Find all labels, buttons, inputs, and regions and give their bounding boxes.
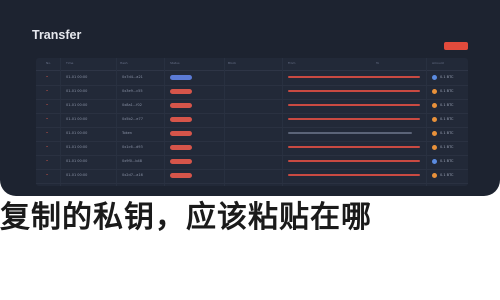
pagination [36,186,468,192]
action-button[interactable] [444,42,468,50]
address-bar [288,174,420,176]
address-bar [288,90,420,92]
row-hash[interactable]: 0x1c6...d93 [122,145,143,149]
table-row[interactable]: • 01-01 00:00 0x2d7...a16 0.1 BTC [36,169,468,184]
header-block: Block [228,61,237,65]
row-time: 01-01 00:00 [66,145,88,149]
row-indicator: • [46,75,49,79]
row-indicator: • [46,145,49,149]
table-row[interactable]: • 01-01 00:00 0x1c6...d93 0.1 BTC [36,141,468,156]
row-indicator: • [46,131,49,135]
table-row[interactable]: • 01-01 00:00 0x5b2...e77 0.1 BTC [36,113,468,128]
coin-icon [432,103,437,108]
coin-icon [432,159,437,164]
status-badge [170,145,192,150]
coin-icon [432,117,437,122]
row-time: 01-01 00:00 [66,103,88,107]
row-hash[interactable]: 0x8a1...f02 [122,103,142,107]
status-badge [170,117,192,122]
caption-banner: 复制的私钥，应该粘贴在哪 [0,200,372,235]
header-status: Status [170,61,180,65]
table-header: No. Time Hash Status Block From To Amoun… [36,58,468,71]
header-no: No. [46,61,51,65]
row-indicator: • [46,89,49,93]
header-hash: Hash [120,61,128,65]
row-amount: 0.1 BTC [440,159,454,163]
table-row[interactable]: • 01-01 00:00 0x9f0...b48 0.1 BTC [36,155,468,170]
table-row[interactable]: • 01-01 00:00 Token 0.1 BTC [36,127,468,142]
row-amount: 0.1 BTC [440,103,454,107]
row-amount: 0.1 BTC [440,117,454,121]
table-row[interactable]: • 01-01 00:00 0x8a1...f02 0.1 BTC [36,99,468,114]
coin-icon [432,145,437,150]
status-badge [170,159,192,164]
transaction-table: No. Time Hash Status Block From To Amoun… [36,58,468,186]
address-bar [288,132,412,134]
row-amount: 0.1 BTC [440,173,454,177]
row-amount: 0.1 BTC [440,75,454,79]
row-indicator: • [46,103,49,107]
status-badge [170,75,192,80]
row-time: 01-01 00:00 [66,131,88,135]
header-to: To [376,61,380,65]
coin-icon [432,89,437,94]
transfer-panel: Transfer No. Time Hash Status Block From… [0,0,500,196]
address-bar [288,104,420,106]
row-indicator: • [46,159,49,163]
status-badge [170,89,192,94]
row-hash[interactable]: Token [122,131,132,135]
row-hash[interactable]: 0x9f0...b48 [122,159,142,163]
row-indicator: • [46,173,49,177]
header-amount: Amount [432,61,444,65]
row-hash[interactable]: 0x2d7...a16 [122,173,143,177]
header-time: Time [66,61,74,65]
row-time: 01-01 00:00 [66,117,88,121]
row-hash[interactable]: 0x3e9...c55 [122,89,143,93]
header-from: From [288,61,296,65]
address-bar [288,76,420,78]
coin-icon [432,173,437,178]
address-bar [288,160,420,162]
row-time: 01-01 00:00 [66,75,88,79]
table-row[interactable]: • 01-01 00:00 0x7d4...a21 0.1 BTC [36,71,468,86]
address-bar [288,146,420,148]
status-badge [170,173,192,178]
row-amount: 0.1 BTC [440,131,454,135]
status-badge [170,131,192,136]
address-bar [288,118,420,120]
status-badge [170,103,192,108]
row-indicator: • [46,117,49,121]
row-hash[interactable]: 0x7d4...a21 [122,75,143,79]
coin-icon [432,75,437,80]
table-row[interactable]: • 01-01 00:00 0x3e9...c55 0.1 BTC [36,85,468,100]
row-amount: 0.1 BTC [440,145,454,149]
coin-icon [432,131,437,136]
row-time: 01-01 00:00 [66,173,88,177]
row-time: 01-01 00:00 [66,89,88,93]
row-amount: 0.1 BTC [440,89,454,93]
row-time: 01-01 00:00 [66,159,88,163]
page-title: Transfer [32,28,82,42]
row-hash[interactable]: 0x5b2...e77 [122,117,143,121]
